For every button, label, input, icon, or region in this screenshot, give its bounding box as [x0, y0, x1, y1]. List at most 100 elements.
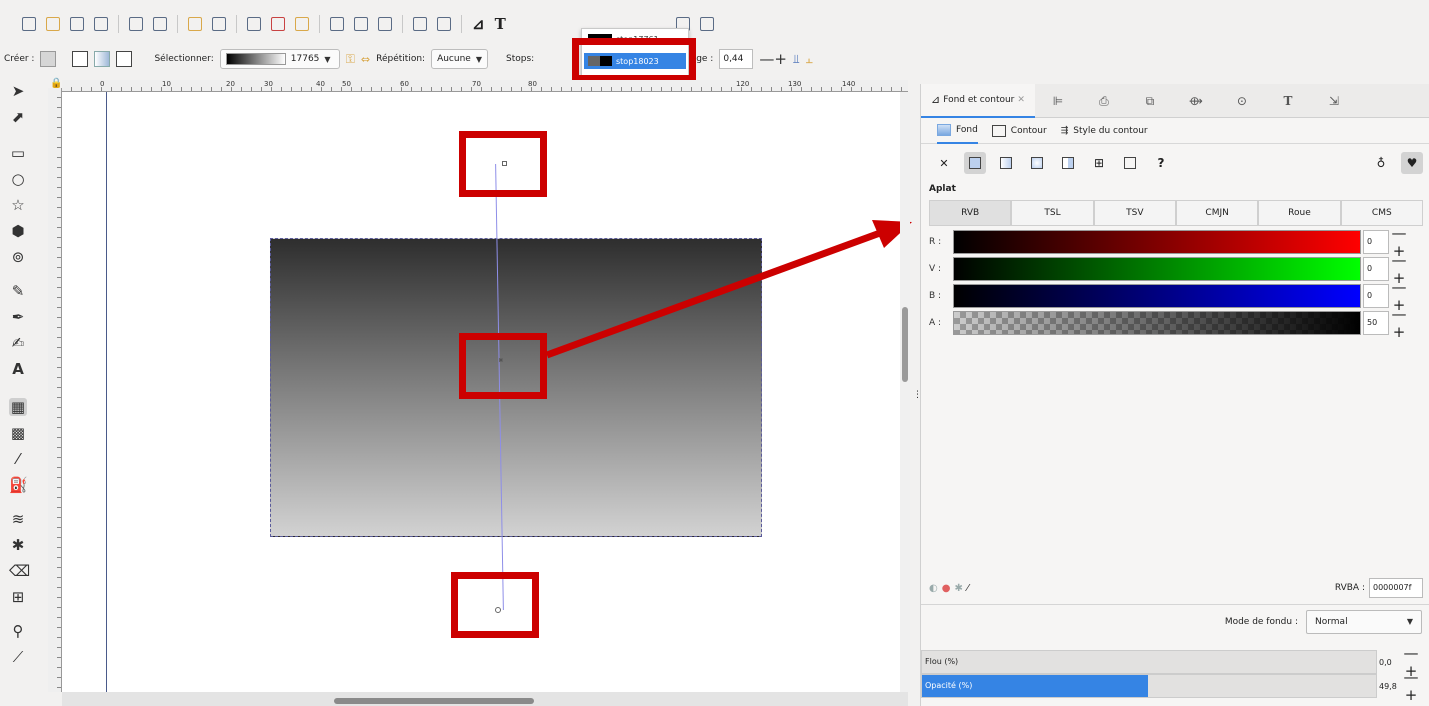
undo-icon[interactable] — [188, 17, 202, 31]
blue-value-input[interactable]: 0 — [1363, 284, 1389, 308]
linear-gradient-paint-button[interactable] — [995, 152, 1017, 174]
evenodd-fill-icon[interactable]: ♁ — [1370, 152, 1392, 174]
clone-icon[interactable] — [354, 17, 368, 31]
flat-color-button[interactable] — [964, 152, 986, 174]
ellipse-tool-icon[interactable]: ○ — [9, 170, 27, 188]
alpha-value-input[interactable]: 50 — [1363, 311, 1389, 335]
redo-icon[interactable] — [212, 17, 226, 31]
repeat-dropdown[interactable]: Aucune ▼ — [431, 49, 488, 69]
tab-hsl[interactable]: TSL — [1011, 200, 1094, 226]
eraser-tool-icon[interactable]: ⌫ — [9, 562, 30, 580]
green-slider[interactable] — [953, 257, 1361, 281]
paste-icon[interactable] — [295, 17, 309, 31]
pencil-tool-icon[interactable]: ✎ — [9, 282, 27, 300]
duplicate-icon[interactable] — [330, 17, 344, 31]
delete-stop-icon[interactable]: ⫠ — [806, 52, 813, 67]
swatch-paint-button[interactable] — [1119, 152, 1141, 174]
stroke-gradient-button[interactable] — [116, 51, 133, 67]
linear-gradient-button[interactable] — [40, 51, 57, 67]
text-font-icon[interactable]: T — [1265, 84, 1311, 118]
node-tool-icon[interactable]: ⬈ — [9, 108, 27, 126]
vertical-scrollbar[interactable] — [900, 92, 910, 692]
zoom-tool-icon[interactable]: ⚲ — [9, 622, 27, 640]
align-icon[interactable]: ⊫ — [1035, 84, 1081, 118]
red-value-input[interactable]: 0 — [1363, 230, 1389, 254]
rgba-input[interactable]: 0000007f — [1369, 578, 1423, 598]
symbols-icon[interactable]: ⊙ — [1219, 84, 1265, 118]
preferences-icon[interactable] — [699, 17, 714, 31]
reverse-icon[interactable]: ⇔ — [361, 53, 370, 66]
tab-cms[interactable]: CMS — [1340, 200, 1423, 226]
opacity-value[interactable]: 49,8 — [1377, 682, 1401, 691]
scroll-thumb[interactable] — [902, 307, 908, 382]
horizontal-scrollbar[interactable] — [62, 692, 908, 706]
red-slider[interactable] — [953, 230, 1361, 254]
export-dialog-icon[interactable]: ⎙ — [1081, 84, 1127, 118]
blur-slider[interactable]: Flou (%) — [921, 650, 1377, 674]
cut-icon[interactable] — [271, 17, 285, 31]
alpha-stepper[interactable]: —+ — [1389, 305, 1409, 341]
paint-bucket-tool-icon[interactable]: ⛽ — [9, 476, 28, 494]
tab-cmyk[interactable]: CMJN — [1175, 200, 1259, 226]
scroll-thumb[interactable] — [334, 698, 534, 704]
ungroup-icon[interactable] — [437, 17, 451, 31]
tab-rgb[interactable]: RVB — [929, 200, 1012, 226]
copy-icon[interactable] — [247, 17, 261, 31]
save-icon[interactable] — [94, 17, 108, 31]
spray-tool-icon[interactable]: ✱ — [9, 536, 27, 554]
mesh-gradient-paint-button[interactable] — [1057, 152, 1079, 174]
tab-wheel[interactable]: Roue — [1258, 200, 1341, 226]
group-icon[interactable] — [413, 17, 427, 31]
unset-paint-icon[interactable]: ? — [1150, 152, 1172, 174]
opacity-stepper[interactable]: —+ — [1401, 668, 1421, 704]
open-file-icon[interactable] — [46, 17, 60, 31]
radial-gradient-paint-button[interactable] — [1026, 152, 1048, 174]
pattern-paint-button[interactable]: ⊞ — [1088, 152, 1110, 174]
fill-gradient-button[interactable] — [94, 51, 111, 67]
blur-value[interactable]: 0,0 — [1377, 658, 1401, 667]
export-icon[interactable] — [153, 17, 167, 31]
star-tool-icon[interactable]: ☆ — [9, 196, 27, 214]
green-value-input[interactable]: 0 — [1363, 257, 1389, 281]
layers-icon[interactable]: ⧉ — [1127, 84, 1173, 118]
text-tool-icon[interactable]: A — [9, 360, 27, 378]
connector-tool-icon[interactable]: ⊞ — [9, 588, 27, 606]
export-png-icon[interactable]: ⇲ — [1311, 84, 1357, 118]
tab-stroke[interactable]: Contour — [991, 118, 1047, 144]
spiral-tool-icon[interactable]: ⊚ — [9, 248, 27, 266]
offset-input[interactable]: 0,44 — [719, 49, 754, 69]
gradient-select-dropdown[interactable]: 17765 ▼ — [219, 49, 340, 69]
rectangle-tool-icon[interactable]: ▭ — [9, 144, 27, 162]
objects-icon[interactable]: ⟴ — [1173, 84, 1219, 118]
tab-hsv[interactable]: TSV — [1093, 200, 1176, 226]
pen-tool-icon[interactable]: ✒ — [9, 308, 27, 326]
mesh-tool-icon[interactable]: ▩ — [9, 424, 27, 442]
new-document-icon[interactable] — [22, 17, 36, 31]
measure-tool-icon[interactable]: ⟋ — [9, 648, 27, 666]
opacity-slider[interactable]: Opacité (%) — [921, 674, 1377, 698]
import-icon[interactable] — [129, 17, 143, 31]
no-paint-icon[interactable]: ✕ — [933, 152, 955, 174]
tab-fill[interactable]: Fond — [937, 118, 978, 144]
calligraphy-tool-icon[interactable]: ✍ — [9, 334, 27, 352]
dropper-tool-icon[interactable]: ⁄ — [9, 450, 27, 468]
blue-slider[interactable] — [953, 284, 1361, 308]
color-picker-icon[interactable]: ⁄ — [967, 583, 969, 594]
alpha-slider[interactable] — [953, 311, 1361, 335]
unlink-clone-icon[interactable] — [378, 17, 392, 31]
fill-stroke-dialog-icon[interactable]: ⊿ — [472, 17, 485, 32]
nonzero-fill-icon[interactable]: ♥ — [1401, 152, 1423, 174]
selector-tool-icon[interactable]: ➤ — [9, 82, 27, 100]
offset-stepper[interactable]: —+ — [759, 50, 787, 68]
3d-box-tool-icon[interactable]: ⬢ — [9, 222, 27, 240]
tab-stroke-style[interactable]: ⇶ Style du contour — [1061, 118, 1148, 144]
close-icon[interactable]: ✕ — [1017, 95, 1025, 105]
radial-gradient-button[interactable] — [72, 51, 89, 67]
gradient-tool-icon[interactable]: ▦ — [9, 398, 27, 416]
blend-mode-dropdown[interactable]: Normal ▼ — [1306, 609, 1422, 634]
tab-fill-stroke[interactable]: ⊿ Fond et contour ✕ — [921, 83, 1035, 118]
insert-stop-icon[interactable]: ⫫ — [793, 52, 800, 67]
link-gradient-icon[interactable]: ⚿ — [346, 52, 355, 67]
print-icon[interactable] — [70, 17, 84, 31]
text-dialog-icon[interactable]: T — [495, 17, 506, 32]
